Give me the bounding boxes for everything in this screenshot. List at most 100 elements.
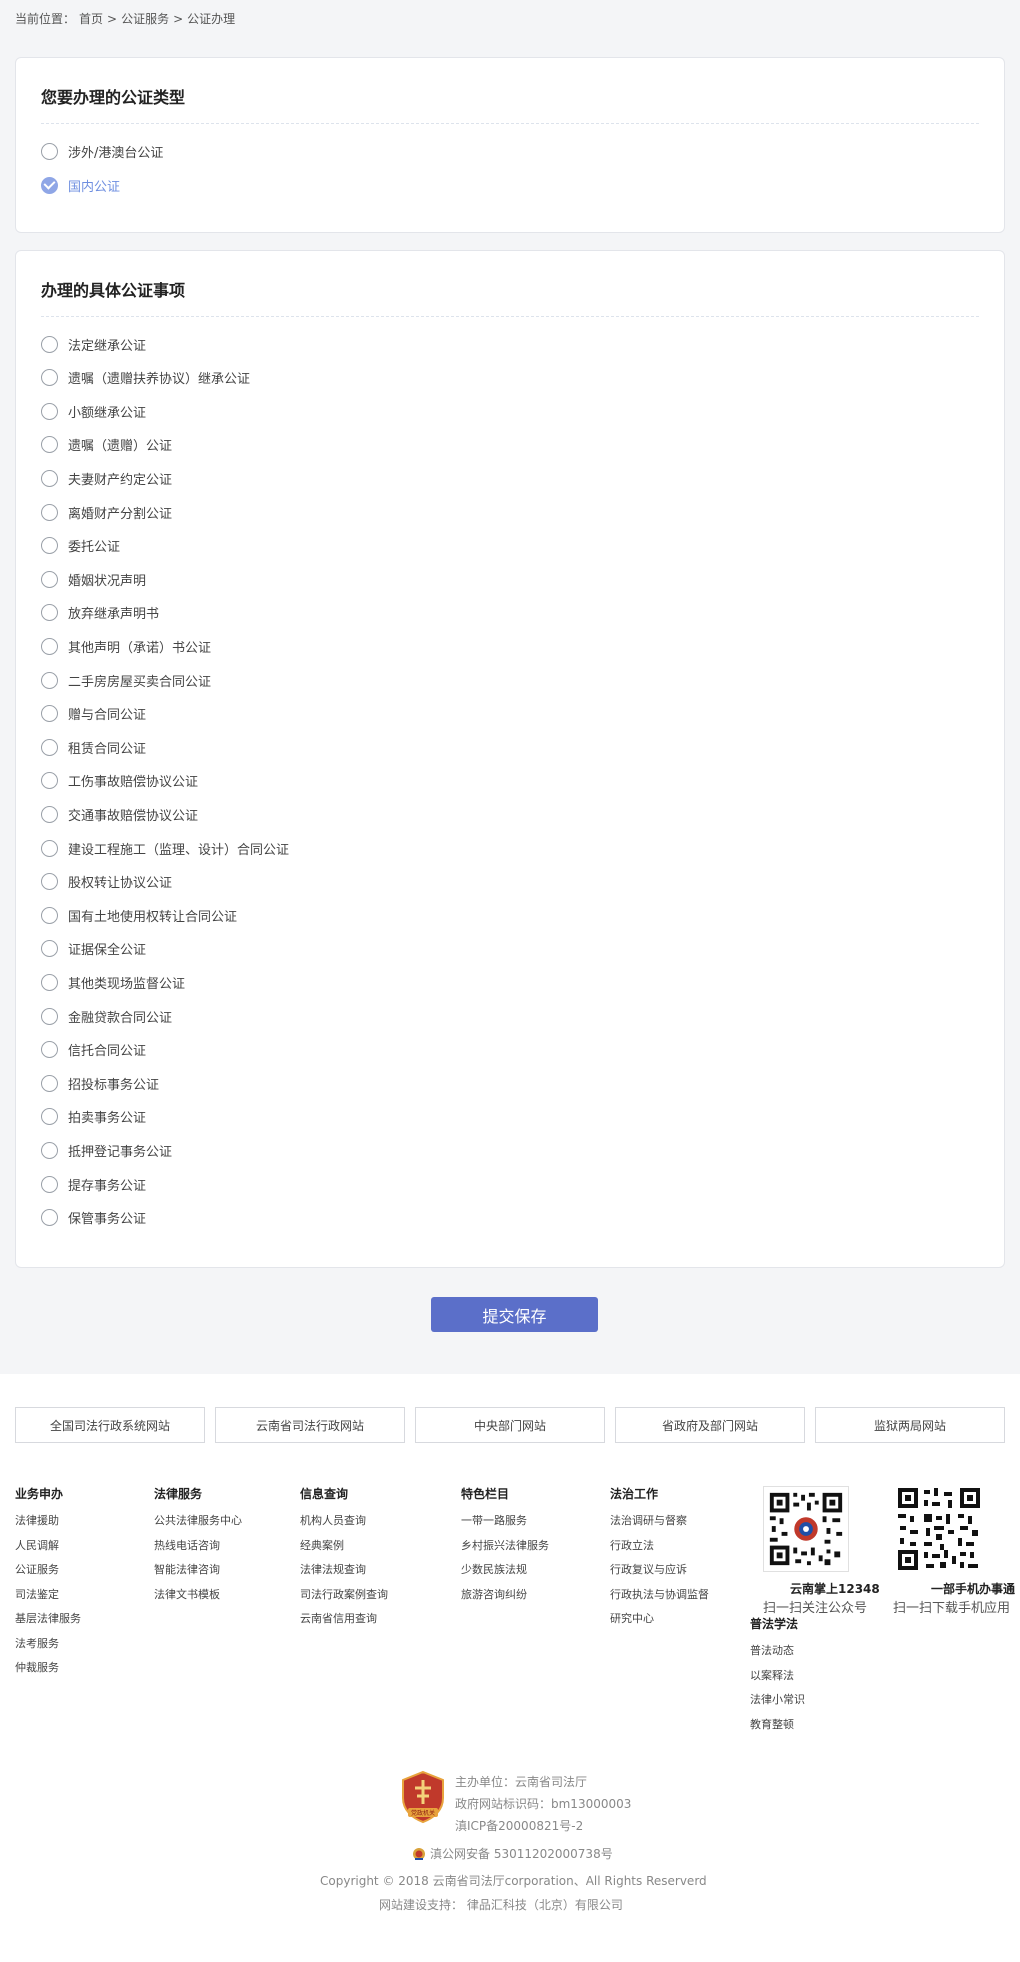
footer-icp[interactable]: 滇ICP备20000821号-2 <box>455 1817 583 1834</box>
notary-matter-option[interactable]: 建设工程施工（监理、设计）合同公证 <box>41 837 289 859</box>
radio-unchecked-icon[interactable] <box>41 1074 58 1092</box>
radio-unchecked-icon[interactable] <box>41 1175 58 1193</box>
radio-unchecked-icon[interactable] <box>41 1041 58 1059</box>
footer-link[interactable]: 法律法规查询 <box>300 1563 388 1588</box>
notary-matter-option[interactable]: 股权转让协议公证 <box>41 871 172 893</box>
notary-matter-option[interactable]: 其他声明（承诺）书公证 <box>41 635 211 657</box>
radio-unchecked-icon[interactable] <box>41 839 58 857</box>
notary-matter-option[interactable]: 提存事务公证 <box>41 1173 146 1195</box>
notary-matter-option[interactable]: 遗嘱（遗赠）公证 <box>41 434 172 456</box>
radio-unchecked-icon[interactable] <box>41 637 58 655</box>
footer-link[interactable]: 热线电话咨询 <box>154 1539 242 1564</box>
notary-matter-option[interactable]: 遗嘱（遗赠扶养协议）继承公证 <box>41 367 250 389</box>
submit-save-button[interactable]: 提交保存 <box>431 1297 598 1332</box>
footer-link[interactable]: 公证服务 <box>15 1563 81 1588</box>
site-link-prison-bureaus[interactable]: 监狱两局网站 <box>815 1407 1005 1443</box>
notary-type-option-domestic[interactable]: 国内公证 <box>41 174 120 196</box>
notary-matter-option[interactable]: 抵押登记事务公证 <box>41 1139 172 1161</box>
notary-matter-option[interactable]: 租赁合同公证 <box>41 736 146 758</box>
footer-link[interactable]: 司法行政案例查询 <box>300 1588 388 1613</box>
footer-link[interactable]: 智能法律咨询 <box>154 1563 242 1588</box>
radio-unchecked-icon[interactable] <box>41 503 58 521</box>
notary-matter-option[interactable]: 小额继承公证 <box>41 400 146 422</box>
footer-police-record[interactable]: 滇公网安备 53011202000738号 <box>412 1845 613 1862</box>
footer-link[interactable]: 仲裁服务 <box>15 1661 81 1686</box>
footer-link[interactable]: 法律援助 <box>15 1514 81 1539</box>
footer-link[interactable]: 法治调研与督察 <box>610 1514 709 1539</box>
footer-link[interactable]: 人民调解 <box>15 1539 81 1564</box>
footer-link[interactable]: 基层法律服务 <box>15 1612 81 1637</box>
footer-link[interactable]: 教育整顿 <box>750 1718 805 1743</box>
radio-unchecked-icon[interactable] <box>41 436 58 454</box>
footer-link[interactable]: 以案释法 <box>750 1669 805 1694</box>
notary-matter-option[interactable]: 工伤事故赔偿协议公证 <box>41 770 198 792</box>
footer-link[interactable]: 行政立法 <box>610 1539 709 1564</box>
footer-link[interactable]: 经典案例 <box>300 1539 388 1564</box>
notary-matter-option[interactable]: 委托公证 <box>41 535 120 557</box>
footer-link[interactable]: 普法动态 <box>750 1644 805 1669</box>
site-link-central-departments[interactable]: 中央部门网站 <box>415 1407 605 1443</box>
breadcrumb-home[interactable]: 首页 <box>79 12 103 26</box>
footer-link[interactable]: 行政复议与应诉 <box>610 1563 709 1588</box>
footer-link[interactable]: 行政执法与协调监督 <box>610 1588 709 1613</box>
option-label: 抵押登记事务公证 <box>68 1144 173 1160</box>
radio-unchecked-icon[interactable] <box>41 142 58 160</box>
notary-matter-option[interactable]: 信托合同公证 <box>41 1039 146 1061</box>
notary-matter-option[interactable]: 国有土地使用权转让合同公证 <box>41 904 237 926</box>
radio-unchecked-icon[interactable] <box>41 1209 58 1227</box>
radio-unchecked-icon[interactable] <box>41 873 58 891</box>
site-link-yunnan-judicial[interactable]: 云南省司法行政网站 <box>215 1407 405 1443</box>
radio-unchecked-icon[interactable] <box>41 369 58 387</box>
radio-unchecked-icon[interactable] <box>41 469 58 487</box>
radio-checked-icon[interactable] <box>41 176 58 194</box>
notary-matter-option[interactable]: 放弃继承声明书 <box>41 602 159 624</box>
radio-unchecked-icon[interactable] <box>41 537 58 555</box>
radio-unchecked-icon[interactable] <box>41 570 58 588</box>
radio-unchecked-icon[interactable] <box>41 402 58 420</box>
notary-matter-option[interactable]: 夫妻财产约定公证 <box>41 467 172 489</box>
notary-matter-option[interactable]: 二手房房屋买卖合同公证 <box>41 669 211 691</box>
notary-matter-option[interactable]: 招投标事务公证 <box>41 1072 159 1094</box>
radio-unchecked-icon[interactable] <box>41 1141 58 1159</box>
footer-link[interactable]: 旅游咨询纠纷 <box>461 1588 549 1613</box>
notary-type-option-foreign[interactable]: 涉外/港澳台公证 <box>41 140 163 162</box>
radio-unchecked-icon[interactable] <box>41 335 58 353</box>
radio-unchecked-icon[interactable] <box>41 1007 58 1025</box>
footer-link[interactable]: 公共法律服务中心 <box>154 1514 242 1539</box>
footer-link[interactable]: 法律文书模板 <box>154 1588 242 1613</box>
notary-matter-option[interactable]: 离婚财产分割公证 <box>41 501 172 523</box>
notary-matter-option[interactable]: 保管事务公证 <box>41 1207 146 1229</box>
footer-link[interactable]: 司法鉴定 <box>15 1588 81 1613</box>
radio-unchecked-icon[interactable] <box>41 940 58 958</box>
notary-matter-option[interactable]: 金融贷款合同公证 <box>41 1005 172 1027</box>
footer-link[interactable]: 一带一路服务 <box>461 1514 549 1539</box>
footer-link[interactable]: 法律小常识 <box>750 1693 805 1718</box>
notary-matter-option[interactable]: 法定继承公证 <box>41 333 146 355</box>
radio-unchecked-icon[interactable] <box>41 973 58 991</box>
footer-link[interactable]: 研究中心 <box>610 1612 709 1637</box>
site-link-provincial-government[interactable]: 省政府及部门网站 <box>615 1407 805 1443</box>
notary-matter-option[interactable]: 证据保全公证 <box>41 938 146 960</box>
notary-matter-option[interactable]: 婚姻状况声明 <box>41 568 146 590</box>
footer-link[interactable]: 法考服务 <box>15 1637 81 1662</box>
notary-matter-option[interactable]: 赠与合同公证 <box>41 703 146 725</box>
radio-unchecked-icon[interactable] <box>41 1108 58 1126</box>
site-link-national-judicial[interactable]: 全国司法行政系统网站 <box>15 1407 205 1443</box>
option-label: 婚姻状况声明 <box>68 573 147 589</box>
radio-unchecked-icon[interactable] <box>41 604 58 622</box>
footer-link[interactable]: 少数民族法规 <box>461 1563 549 1588</box>
option-label: 证据保全公证 <box>68 943 147 959</box>
footer-link[interactable]: 机构人员查询 <box>300 1514 388 1539</box>
radio-unchecked-icon[interactable] <box>41 705 58 723</box>
notary-matter-option[interactable]: 其他类现场监督公证 <box>41 971 185 993</box>
radio-unchecked-icon[interactable] <box>41 738 58 756</box>
radio-unchecked-icon[interactable] <box>41 805 58 823</box>
footer-link[interactable]: 乡村振兴法律服务 <box>461 1539 549 1564</box>
notary-matter-option[interactable]: 拍卖事务公证 <box>41 1106 146 1128</box>
radio-unchecked-icon[interactable] <box>41 772 58 790</box>
breadcrumb-notary-service[interactable]: 公证服务 <box>121 12 169 26</box>
footer-link[interactable]: 云南省信用查询 <box>300 1612 388 1637</box>
radio-unchecked-icon[interactable] <box>41 906 58 924</box>
radio-unchecked-icon[interactable] <box>41 671 58 689</box>
notary-matter-option[interactable]: 交通事故赔偿协议公证 <box>41 803 198 825</box>
